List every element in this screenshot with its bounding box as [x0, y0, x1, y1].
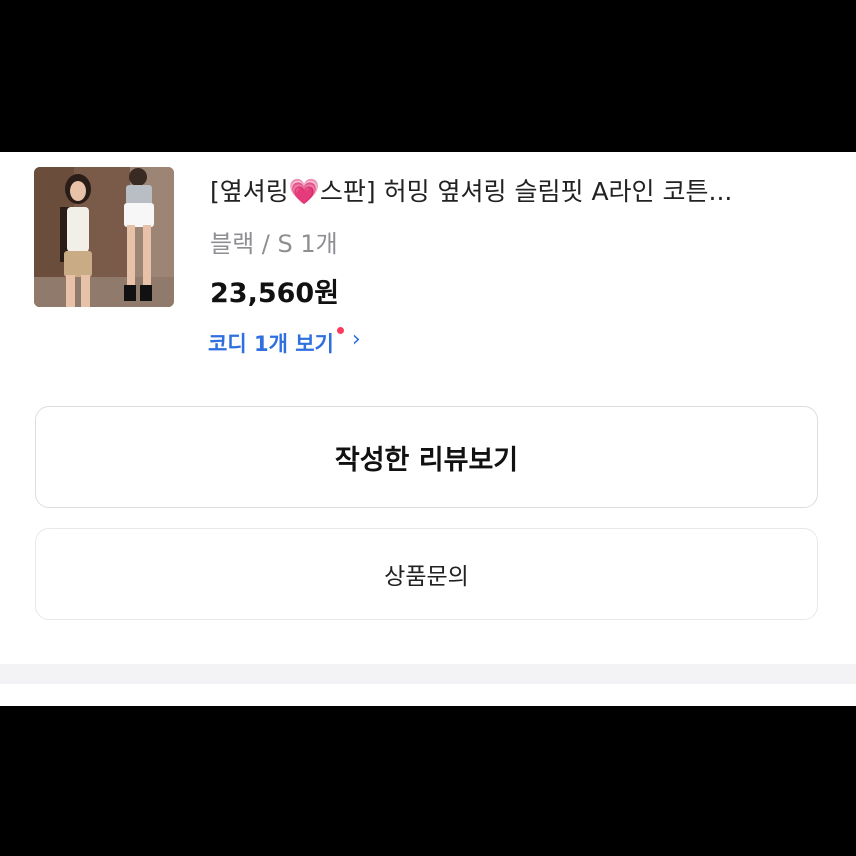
section-divider — [0, 664, 856, 684]
view-review-button[interactable]: 작성한 리뷰보기 — [35, 406, 818, 508]
view-coordi-link[interactable]: 코디 1개 보기 › — [208, 327, 361, 358]
view-coordi-label: 코디 1개 보기 — [208, 332, 334, 356]
product-thumbnail[interactable] — [34, 167, 174, 307]
new-dot-icon — [336, 327, 344, 334]
title-suffix: 스판] 허밍 옆셔링 슬림핏 A라인 코튼... — [319, 177, 733, 206]
order-item-card: [옆셔링💗스판] 허밍 옆셔링 슬림핏 A라인 코튼... 블랙 / S 1개 … — [0, 152, 856, 706]
product-price: 23,560원 — [210, 278, 340, 309]
product-inquiry-button[interactable]: 상품문의 — [35, 528, 818, 620]
chevron-right-icon: › — [351, 327, 361, 352]
product-option: 블랙 / S 1개 — [210, 230, 338, 258]
heart-icon: 💗 — [288, 177, 320, 206]
view-review-label: 작성한 리뷰보기 — [334, 444, 519, 476]
product-title[interactable]: [옆셔링💗스판] 허밍 옆셔링 슬림핏 A라인 코튼... — [210, 172, 810, 208]
product-image — [34, 167, 174, 307]
title-prefix: [옆셔링 — [210, 177, 289, 206]
product-inquiry-label: 상품문의 — [384, 564, 469, 590]
